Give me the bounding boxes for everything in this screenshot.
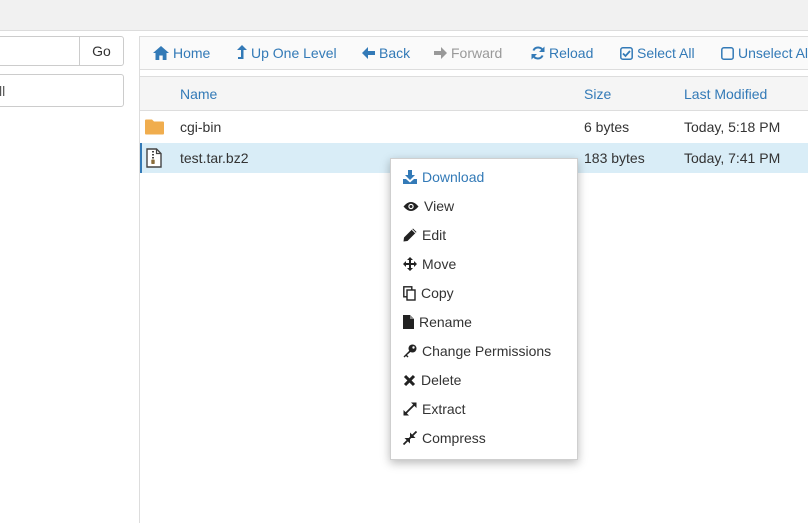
column-header-name[interactable]: Name (180, 77, 217, 110)
archive-file-icon (146, 148, 162, 168)
home-label: Home (173, 45, 211, 61)
back-button[interactable]: Back (362, 37, 410, 69)
expand-icon (403, 402, 417, 416)
home-icon (153, 46, 169, 60)
column-header-size[interactable]: Size (584, 77, 611, 110)
file-size: 6 bytes (584, 119, 630, 135)
unselect-all-label: Unselect All (738, 45, 808, 61)
menu-item-copy[interactable]: Copy (403, 280, 454, 306)
toolbar: Home Up One Level Back Forward Reload Se… (140, 36, 808, 70)
file-modified: Today, 7:41 PM (684, 150, 781, 166)
pencil-icon (403, 228, 417, 242)
reload-button[interactable]: Reload (531, 37, 593, 69)
menu-item-change-permissions[interactable]: Change Permissions (403, 338, 551, 364)
menu-item-rename[interactable]: Rename (403, 309, 472, 335)
file-modified: Today, 5:18 PM (684, 119, 781, 135)
eye-icon (403, 201, 419, 211)
arrow-right-icon (434, 47, 447, 59)
folder-icon (145, 119, 164, 135)
select-all-label: Select All (637, 45, 695, 61)
menu-item-extract[interactable]: Extract (403, 396, 466, 422)
menu-item-view[interactable]: View (403, 193, 454, 219)
copy-icon (403, 285, 416, 301)
menu-item-label: View (424, 198, 455, 214)
up-one-level-label: Up One Level (251, 45, 337, 61)
menu-item-label: Rename (419, 314, 472, 330)
context-menu: Download View Edit Move Copy Rename Chan… (390, 158, 578, 460)
menu-item-move[interactable]: Move (403, 251, 456, 277)
go-button[interactable]: Go (79, 36, 124, 66)
select-all-button[interactable]: Select All (620, 37, 695, 69)
file-table-header: Name Size Last Modified (140, 76, 808, 111)
compress-icon (403, 431, 417, 445)
menu-item-label: Extract (422, 401, 466, 417)
file-icon (403, 315, 414, 329)
forward-button[interactable]: Forward (434, 37, 502, 69)
menu-item-label: Edit (422, 227, 447, 243)
directory-field[interactable]: ll (0, 74, 124, 107)
level-up-icon (237, 45, 247, 59)
search-input[interactable] (0, 36, 79, 66)
menu-item-label: Compress (422, 430, 486, 446)
arrow-left-icon (362, 47, 375, 59)
menu-item-edit[interactable]: Edit (403, 222, 446, 248)
menu-item-label: Copy (421, 285, 454, 301)
move-arrows-icon (403, 257, 417, 271)
x-icon (403, 374, 416, 386)
checkbox-checked-icon (620, 46, 633, 60)
column-header-last-modified[interactable]: Last Modified (684, 77, 767, 110)
menu-item-label: Download (422, 169, 485, 185)
unselect-all-button[interactable]: Unselect All (721, 37, 808, 69)
top-bar (0, 0, 808, 31)
up-one-level-button[interactable]: Up One Level (237, 37, 337, 69)
menu-item-download[interactable]: Download (403, 164, 484, 190)
table-row[interactable]: cgi-bin 6 bytes Today, 5:18 PM (140, 112, 808, 142)
download-icon (403, 170, 417, 184)
forward-label: Forward (451, 45, 503, 61)
menu-item-label: Delete (421, 372, 462, 388)
key-icon (403, 344, 417, 358)
file-name[interactable]: cgi-bin (180, 112, 221, 142)
file-name[interactable]: test.tar.bz2 (180, 143, 248, 173)
menu-item-label: Change Permissions (422, 343, 552, 359)
file-size: 183 bytes (584, 150, 645, 166)
reload-label: Reload (549, 45, 594, 61)
menu-item-delete[interactable]: Delete (403, 367, 461, 393)
checkbox-empty-icon (721, 46, 734, 60)
menu-item-compress[interactable]: Compress (403, 425, 486, 451)
menu-item-label: Move (422, 256, 457, 272)
reload-icon (531, 46, 545, 60)
back-label: Back (379, 45, 411, 61)
home-button[interactable]: Home (153, 37, 210, 69)
